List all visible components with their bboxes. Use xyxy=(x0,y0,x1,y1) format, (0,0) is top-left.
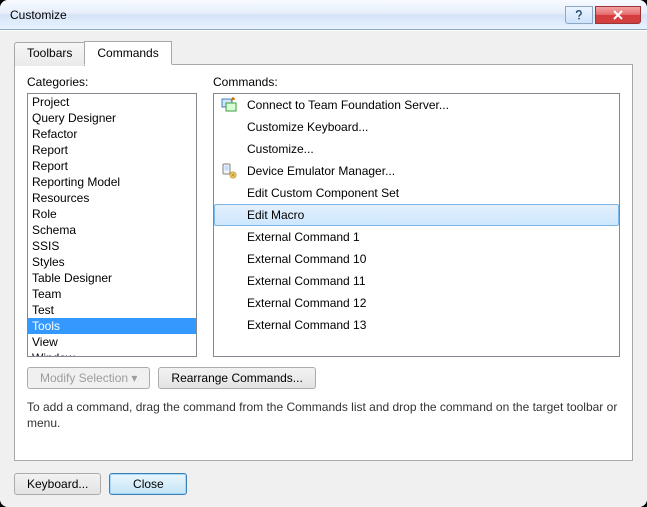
panel-columns: Categories: ProjectQuery DesignerRefacto… xyxy=(27,75,620,357)
tfs-icon xyxy=(221,97,237,113)
category-item[interactable]: View xyxy=(28,334,196,350)
category-item[interactable]: Team xyxy=(28,286,196,302)
command-item[interactable]: Customize Keyboard... xyxy=(214,116,619,138)
commands-label: Commands: xyxy=(213,75,620,89)
command-item-label: Customize Keyboard... xyxy=(247,120,368,134)
command-item-label: Connect to Team Foundation Server... xyxy=(247,98,449,112)
window-title: Customize xyxy=(10,8,563,22)
category-item[interactable]: Refactor xyxy=(28,126,196,142)
category-item[interactable]: Table Designer xyxy=(28,270,196,286)
device-emulator-icon xyxy=(221,163,237,179)
command-item-label: External Command 1 xyxy=(247,230,360,244)
customize-dialog: Customize ToolbarsCommands Categories: P… xyxy=(0,0,647,507)
keyboard-button[interactable]: Keyboard... xyxy=(14,473,101,495)
window-close-button[interactable] xyxy=(595,6,641,24)
close-button[interactable]: Close xyxy=(109,473,187,495)
command-item[interactable]: Device Emulator Manager... xyxy=(214,160,619,182)
category-item[interactable]: Query Designer xyxy=(28,110,196,126)
command-item-label: External Command 13 xyxy=(247,318,366,332)
command-item[interactable]: External Command 1 xyxy=(214,226,619,248)
commands-panel: Categories: ProjectQuery DesignerRefacto… xyxy=(14,64,633,461)
client-area: ToolbarsCommands Categories: ProjectQuer… xyxy=(0,30,647,507)
tab-strip: ToolbarsCommands xyxy=(14,41,633,65)
command-item[interactable]: Customize... xyxy=(214,138,619,160)
commands-column: Commands: Connect to Team Foundation Ser… xyxy=(213,75,620,357)
command-item-label: Edit Macro xyxy=(247,208,304,222)
command-item-label: External Command 12 xyxy=(247,296,366,310)
categories-list-inner: ProjectQuery DesignerRefactorReportRepor… xyxy=(28,94,196,356)
category-item[interactable]: Report xyxy=(28,142,196,158)
command-item[interactable]: External Command 11 xyxy=(214,270,619,292)
command-item-label: External Command 10 xyxy=(247,252,366,266)
categories-label: Categories: xyxy=(27,75,197,89)
command-item[interactable]: Edit Custom Component Set xyxy=(214,182,619,204)
category-item[interactable]: Schema xyxy=(28,222,196,238)
command-item[interactable]: Edit Macro xyxy=(214,204,619,226)
rearrange-commands-button[interactable]: Rearrange Commands... xyxy=(158,367,315,389)
commands-listbox[interactable]: Connect to Team Foundation Server... Cust… xyxy=(213,93,620,357)
command-item[interactable]: External Command 12 xyxy=(214,292,619,314)
help-icon xyxy=(574,10,584,20)
category-item[interactable]: Role xyxy=(28,206,196,222)
category-item[interactable]: Test xyxy=(28,302,196,318)
category-item[interactable]: SSIS xyxy=(28,238,196,254)
command-item-label: Customize... xyxy=(247,142,314,156)
category-item[interactable]: Tools xyxy=(28,318,196,334)
command-item-label: Device Emulator Manager... xyxy=(247,164,395,178)
category-item[interactable]: Resources xyxy=(28,190,196,206)
help-text: To add a command, drag the command from … xyxy=(27,399,620,431)
panel-buttons: Modify Selection ▾ Rearrange Commands... xyxy=(27,367,620,389)
help-button[interactable] xyxy=(565,6,593,24)
tab-toolbars[interactable]: Toolbars xyxy=(14,42,85,66)
command-item[interactable]: External Command 10 xyxy=(214,248,619,270)
command-item-label: External Command 11 xyxy=(247,274,366,288)
category-item[interactable]: Window xyxy=(28,350,196,356)
category-item[interactable]: Project xyxy=(28,94,196,110)
tab-commands[interactable]: Commands xyxy=(84,41,171,65)
command-item[interactable]: External Command 13 xyxy=(214,314,619,336)
categories-column: Categories: ProjectQuery DesignerRefacto… xyxy=(27,75,197,357)
category-item[interactable]: Report xyxy=(28,158,196,174)
dialog-buttons: Keyboard... Close xyxy=(14,461,633,495)
command-item-label: Edit Custom Component Set xyxy=(247,186,399,200)
close-icon xyxy=(613,10,623,20)
categories-listbox[interactable]: ProjectQuery DesignerRefactorReportRepor… xyxy=(27,93,197,357)
titlebar: Customize xyxy=(0,0,647,30)
commands-list-inner: Connect to Team Foundation Server... Cust… xyxy=(214,94,619,356)
category-item[interactable]: Styles xyxy=(28,254,196,270)
command-item[interactable]: Connect to Team Foundation Server... xyxy=(214,94,619,116)
category-item[interactable]: Reporting Model xyxy=(28,174,196,190)
modify-selection-button[interactable]: Modify Selection ▾ xyxy=(27,367,150,389)
